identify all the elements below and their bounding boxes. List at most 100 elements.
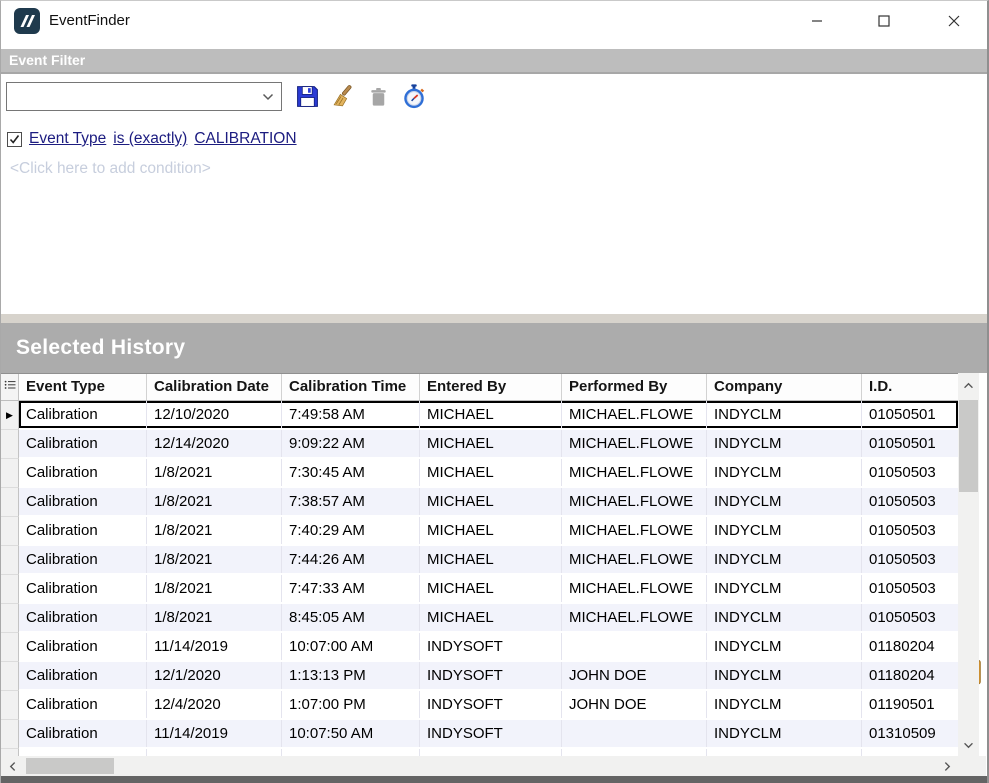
table-cell[interactable]: 01050503 bbox=[862, 488, 958, 515]
table-cell[interactable]: JOHN DOE bbox=[562, 691, 707, 718]
table-row[interactable]: Calibration12/1/20201:13:13 PMINDYSOFTJO… bbox=[1, 662, 958, 691]
row-selector[interactable]: ▶ bbox=[1, 401, 19, 430]
table-cell[interactable]: 1:13:13 PM bbox=[282, 662, 420, 689]
table-cell[interactable]: Calibration bbox=[19, 401, 147, 428]
scroll-left-button[interactable] bbox=[1, 756, 23, 776]
minimize-button[interactable] bbox=[794, 1, 840, 41]
table-cell[interactable]: 11/23/2020 bbox=[147, 749, 282, 756]
table-cell[interactable]: 1/8/2021 bbox=[147, 459, 282, 486]
row-selector[interactable] bbox=[1, 633, 19, 662]
delete-filter-button[interactable] bbox=[365, 83, 392, 110]
table-cell[interactable]: 01180204 bbox=[862, 633, 958, 660]
table-cell[interactable]: INDYCLM bbox=[707, 633, 862, 660]
table-cell[interactable]: Calibration bbox=[19, 459, 147, 486]
table-cell[interactable]: 7:38:57 AM bbox=[282, 488, 420, 515]
column-header[interactable]: Calibration Time bbox=[282, 374, 420, 400]
table-row[interactable]: Calibration12/14/20209:09:22 AMMICHAELMI… bbox=[1, 430, 958, 459]
table-cell[interactable]: 1/8/2021 bbox=[147, 488, 282, 515]
table-cell[interactable]: 01050501 bbox=[862, 401, 958, 428]
scroll-up-button[interactable] bbox=[958, 373, 979, 397]
close-button[interactable] bbox=[931, 1, 977, 41]
table-cell[interactable]: INDYCLM bbox=[707, 401, 862, 428]
table-cell[interactable]: INDYCLM bbox=[707, 517, 862, 544]
table-cell[interactable]: MICHAEL.FLOWE bbox=[562, 546, 707, 573]
table-row[interactable]: Calibration1/8/20217:38:57 AMMICHAELMICH… bbox=[1, 488, 958, 517]
table-cell[interactable]: Calibration bbox=[19, 546, 147, 573]
row-selector[interactable] bbox=[1, 749, 19, 756]
table-cell[interactable]: JOHN DOE bbox=[562, 662, 707, 689]
table-cell[interactable]: 10:07:50 AM bbox=[282, 720, 420, 747]
table-cell[interactable]: 8:45:05 AM bbox=[282, 604, 420, 631]
table-cell[interactable]: 01310509 bbox=[862, 749, 958, 756]
add-condition-hint[interactable]: <Click here to add condition> bbox=[10, 160, 211, 178]
filter-combobox[interactable] bbox=[6, 82, 282, 111]
row-selector[interactable] bbox=[1, 459, 19, 488]
table-cell[interactable]: MICHAEL.FLOWE bbox=[562, 604, 707, 631]
table-cell[interactable]: MICHAEL bbox=[420, 488, 562, 515]
table-cell[interactable]: 01050503 bbox=[862, 459, 958, 486]
table-cell[interactable]: 7:30:45 AM bbox=[282, 459, 420, 486]
row-selector[interactable] bbox=[1, 517, 19, 546]
table-cell[interactable]: Calibration bbox=[19, 691, 147, 718]
row-selector[interactable] bbox=[1, 430, 19, 459]
table-cell[interactable]: Calibration bbox=[19, 633, 147, 660]
table-cell[interactable]: MICHAEL.FLOWE bbox=[562, 488, 707, 515]
scroll-right-button[interactable] bbox=[936, 756, 958, 776]
condition-checkbox[interactable] bbox=[7, 132, 22, 147]
title-bar[interactable]: EventFinder bbox=[1, 1, 987, 41]
table-row[interactable]: Calibration11/14/201910:07:50 AMINDYSOFT… bbox=[1, 720, 958, 749]
table-cell[interactable]: 1:07:00 PM bbox=[282, 691, 420, 718]
table-cell[interactable]: MICHAEL.FLOWE bbox=[562, 575, 707, 602]
table-cell[interactable]: INDYSOFT bbox=[420, 691, 562, 718]
table-cell[interactable]: MICHAEL bbox=[420, 517, 562, 544]
table-cell[interactable]: MICHAEL.FLOWE bbox=[562, 517, 707, 544]
table-cell[interactable]: 10:07:00 AM bbox=[282, 633, 420, 660]
chevron-down-icon[interactable] bbox=[255, 83, 281, 110]
horizontal-scrollbar-thumb[interactable] bbox=[26, 758, 114, 774]
maximize-button[interactable] bbox=[861, 1, 907, 41]
table-cell[interactable]: MICHAEL.FLOWE bbox=[562, 459, 707, 486]
table-cell[interactable]: 1/8/2021 bbox=[147, 546, 282, 573]
table-cell[interactable]: Calibration bbox=[19, 430, 147, 457]
table-cell[interactable] bbox=[562, 633, 707, 660]
table-cell[interactable]: MICHAEL bbox=[420, 749, 562, 756]
table-cell[interactable]: 1/8/2021 bbox=[147, 575, 282, 602]
row-selector[interactable] bbox=[1, 604, 19, 633]
table-cell[interactable]: INDYCLM bbox=[707, 488, 862, 515]
table-cell[interactable]: INDYCLM bbox=[707, 662, 862, 689]
row-selector[interactable] bbox=[1, 691, 19, 720]
table-cell[interactable]: 01050503 bbox=[862, 604, 958, 631]
table-cell[interactable]: MICHAEL.FLOWE bbox=[562, 401, 707, 428]
column-header[interactable]: Event Type bbox=[19, 374, 147, 400]
table-cell[interactable]: 12/4/2020 bbox=[147, 691, 282, 718]
table-cell[interactable]: INDYCLM bbox=[707, 459, 862, 486]
table-cell[interactable]: 11/14/2019 bbox=[147, 633, 282, 660]
table-row[interactable]: Calibration11/23/20207:49:33 AMMICHAELMI… bbox=[1, 749, 958, 756]
table-row[interactable]: Calibration1/8/20217:47:33 AMMICHAELMICH… bbox=[1, 575, 958, 604]
column-header[interactable]: I.D. bbox=[862, 374, 958, 400]
table-cell[interactable]: 1/8/2021 bbox=[147, 604, 282, 631]
save-filter-button[interactable] bbox=[294, 83, 321, 110]
row-selector[interactable] bbox=[1, 720, 19, 749]
table-cell[interactable]: 01050503 bbox=[862, 546, 958, 573]
table-cell[interactable]: MICHAEL.FLOWE bbox=[562, 749, 707, 756]
clear-filter-button[interactable] bbox=[329, 83, 356, 110]
table-cell[interactable]: 7:49:33 AM bbox=[282, 749, 420, 756]
table-cell[interactable]: Calibration bbox=[19, 575, 147, 602]
table-cell[interactable]: Calibration bbox=[19, 604, 147, 631]
grid-corner-cell[interactable] bbox=[1, 374, 19, 400]
row-selector[interactable] bbox=[1, 546, 19, 575]
table-cell[interactable]: INDYCLM bbox=[707, 575, 862, 602]
column-header[interactable]: Calibration Date bbox=[147, 374, 282, 400]
table-cell[interactable]: 7:47:33 AM bbox=[282, 575, 420, 602]
table-cell[interactable]: Calibration bbox=[19, 517, 147, 544]
table-row[interactable]: Calibration1/8/20217:44:26 AMMICHAELMICH… bbox=[1, 546, 958, 575]
table-cell[interactable]: 12/10/2020 bbox=[147, 401, 282, 428]
vertical-scrollbar-thumb[interactable] bbox=[959, 400, 978, 492]
table-cell[interactable]: 7:44:26 AM bbox=[282, 546, 420, 573]
table-cell[interactable]: INDYCLM bbox=[707, 749, 862, 756]
table-cell[interactable]: 7:49:58 AM bbox=[282, 401, 420, 428]
table-cell[interactable]: 01310509 bbox=[862, 720, 958, 747]
table-row[interactable]: Calibration1/8/20218:45:05 AMMICHAELMICH… bbox=[1, 604, 958, 633]
table-cell[interactable]: INDYCLM bbox=[707, 430, 862, 457]
